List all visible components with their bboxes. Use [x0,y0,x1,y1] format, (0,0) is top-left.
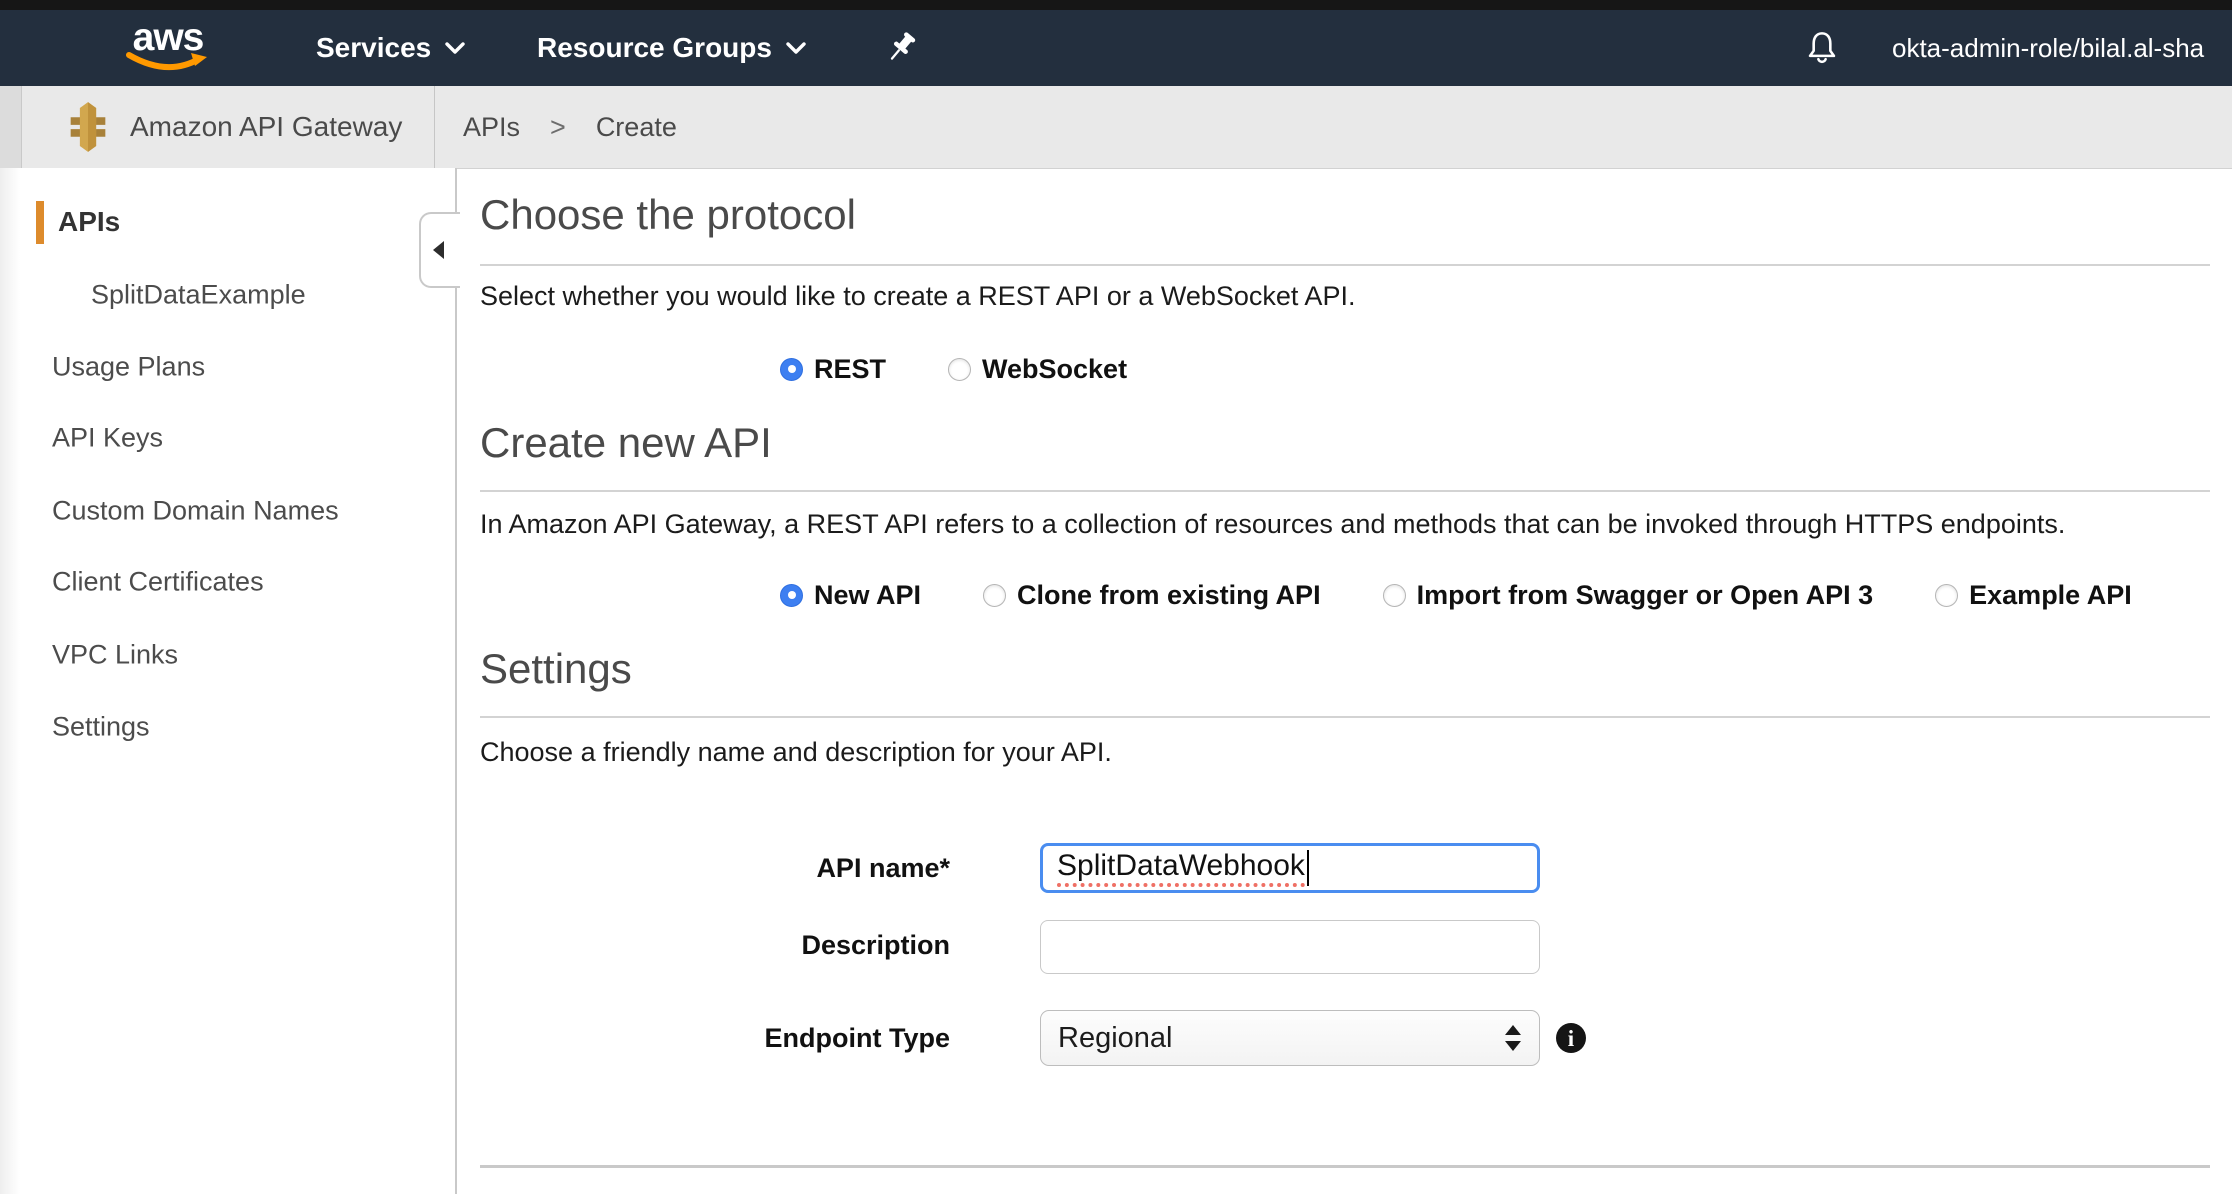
notifications-bell-icon[interactable] [1804,28,1840,68]
text-caret [1307,850,1309,886]
breadcrumb-left-strip [0,86,22,168]
top-navbar: aws Services Resource Groups [0,10,2232,86]
select-stepper-icon [1505,1011,1521,1065]
pin-icon[interactable] [884,30,920,66]
section-divider [480,264,2210,266]
create-api-description: In Amazon API Gateway, a REST API refers… [480,508,2065,542]
sidebar-item-api-keys[interactable]: API Keys [52,423,163,454]
account-label: okta-admin-role/bilal.al-sha [1892,33,2204,64]
radio-import-swagger[interactable]: Import from Swagger or Open API 3 [1383,580,1874,611]
sidebar-collapse-button[interactable] [419,212,460,288]
api-name-label: API name* [480,853,950,883]
sidebar-item-client-certificates[interactable]: Client Certificates [52,567,264,598]
section-divider [480,490,2210,492]
breadcrumb-divider [434,86,435,168]
breadcrumb-item-create: Create [596,112,677,143]
radio-unchecked-icon [948,358,971,381]
active-item-indicator [36,201,44,244]
aws-logo[interactable]: aws [122,18,214,80]
create-api-section-title: Create new API [480,420,772,466]
description-input[interactable] [1040,920,1540,974]
sidebar-item-splitdataexample[interactable]: SplitDataExample [91,280,306,311]
radio-new-api[interactable]: New API [780,580,921,611]
protocol-options: REST WebSocket [780,346,1127,392]
footer-divider [480,1165,2210,1168]
settings-section-title: Settings [480,646,632,692]
radio-rest[interactable]: REST [780,354,886,385]
sidebar-item-settings[interactable]: Settings [52,712,150,743]
radio-unchecked-icon [1383,584,1406,607]
endpoint-type-select[interactable]: Regional [1040,1010,1540,1066]
resource-groups-menu[interactable]: Resource Groups [537,10,806,86]
radio-websocket[interactable]: WebSocket [948,354,1127,385]
resource-groups-label: Resource Groups [537,32,772,64]
api-gateway-icon [62,100,114,154]
breadcrumb-separator: > [550,112,566,143]
protocol-description: Select whether you would like to create … [480,280,1355,314]
api-name-value: SplitDataWebhook [1057,849,1305,887]
main-content: Choose the protocol Select whether you w… [480,168,2232,1194]
sidebar: APIs SplitDataExample Usage Plans API Ke… [0,168,457,1194]
settings-description: Choose a friendly name and description f… [480,736,1112,770]
radio-example-api-label: Example API [1969,580,2132,611]
sidebar-item-usage-plans[interactable]: Usage Plans [52,352,205,383]
section-divider [480,716,2210,718]
browser-chrome-strip [0,0,2232,10]
sidebar-item-custom-domain-names[interactable]: Custom Domain Names [52,496,339,527]
info-icon[interactable] [1556,1023,1586,1053]
radio-checked-icon [780,584,803,607]
services-menu[interactable]: Services [316,10,465,86]
breadcrumb-item-apis[interactable]: APIs [463,112,520,143]
radio-clone-api[interactable]: Clone from existing API [983,580,1321,611]
aws-console: aws Services Resource Groups [0,0,2232,1194]
sidebar-item-apis[interactable]: APIs [58,206,120,238]
radio-import-swagger-label: Import from Swagger or Open API 3 [1417,580,1874,611]
breadcrumb: APIs > Create [463,86,677,168]
service-title[interactable]: Amazon API Gateway [130,86,402,168]
endpoint-type-value: Regional [1058,1022,1172,1055]
chevron-down-icon [786,42,806,54]
services-label: Services [316,32,431,64]
chevron-down-icon [445,42,465,54]
api-name-input[interactable]: SplitDataWebhook [1040,843,1540,893]
account-menu[interactable]: okta-admin-role/bilal.al-sha [1892,10,2204,86]
sidebar-item-vpc-links[interactable]: VPC Links [52,640,178,671]
description-label: Description [480,930,950,960]
radio-clone-api-label: Clone from existing API [1017,580,1321,611]
radio-websocket-label: WebSocket [982,354,1127,385]
protocol-section-title: Choose the protocol [480,192,856,238]
radio-unchecked-icon [1935,584,1958,607]
create-api-options: New API Clone from existing API Import f… [780,572,2132,618]
radio-new-api-label: New API [814,580,921,611]
radio-unchecked-icon [983,584,1006,607]
radio-checked-icon [780,358,803,381]
aws-logo-text: aws [122,18,214,57]
radio-rest-label: REST [814,354,886,385]
radio-example-api[interactable]: Example API [1935,580,2132,611]
endpoint-type-label: Endpoint Type [480,1023,950,1053]
breadcrumb-bar: Amazon API Gateway APIs > Create [0,86,2232,169]
chevron-left-icon [433,241,444,259]
